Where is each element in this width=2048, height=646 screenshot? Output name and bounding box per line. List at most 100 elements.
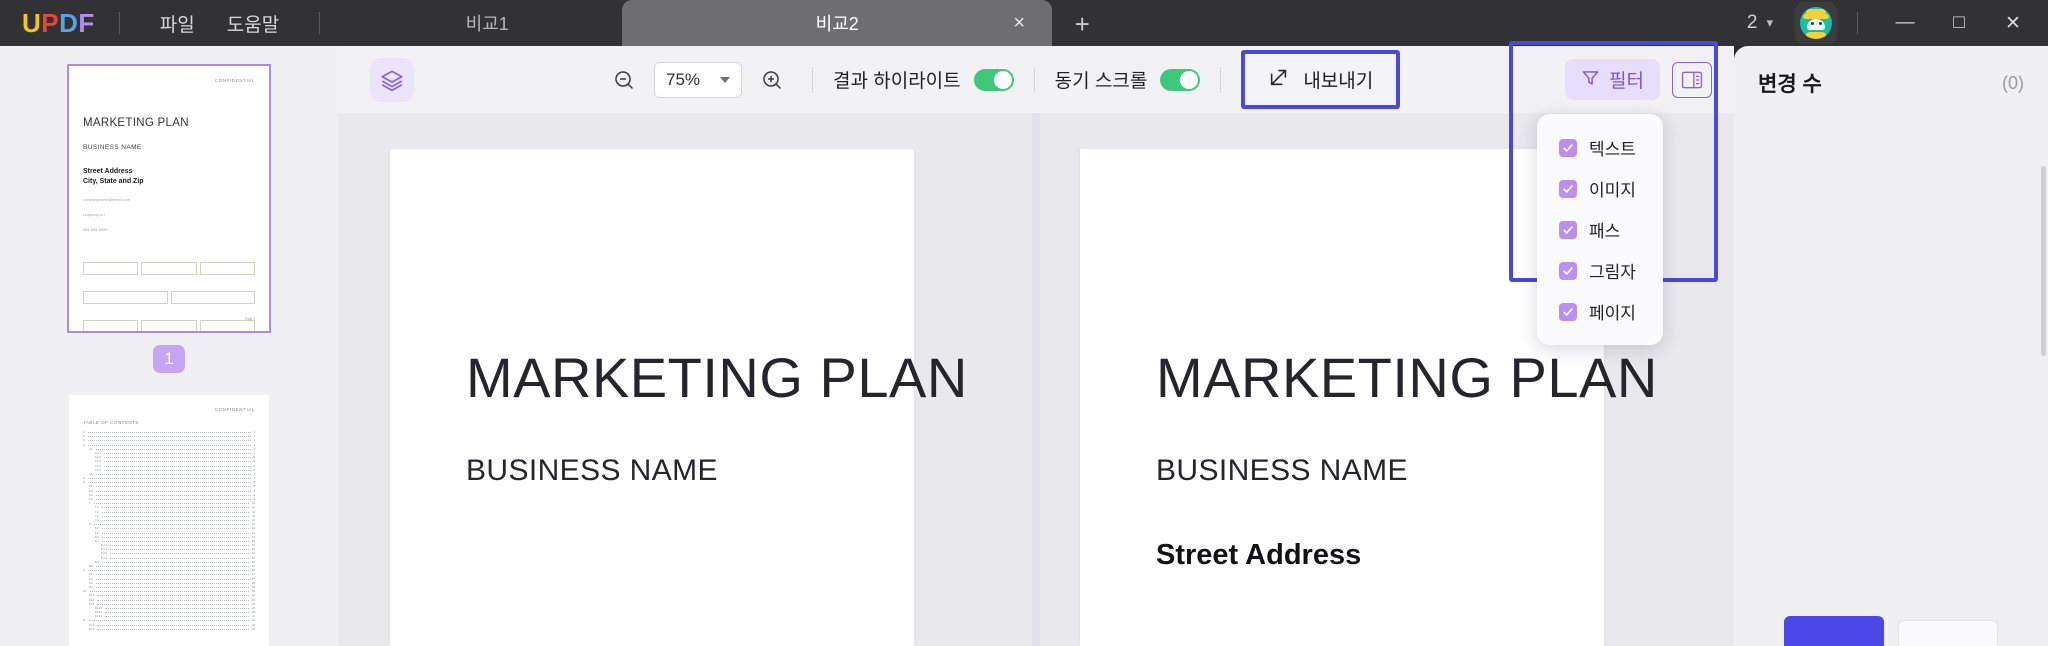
- right-doc-business: BUSINESS NAME: [1156, 454, 1408, 487]
- filter-item-shadow-label: 그림자: [1589, 263, 1636, 282]
- changes-panel-scrollbar[interactable]: [2041, 166, 2046, 356]
- title-bar: U P D F 파일 도움말 비교1 비교2 × + 2 ▾ — □ ✕: [0, 0, 2048, 46]
- thumb1-form-grid: [83, 252, 255, 331]
- updf-compare-window: U P D F 파일 도움말 비교1 비교2 × + 2 ▾ — □ ✕ CON…: [0, 0, 2048, 646]
- left-doc-title: MARKETING PLAN: [466, 346, 968, 409]
- logo-letter-d: D: [59, 7, 79, 38]
- export-label: 내보내기: [1303, 71, 1374, 92]
- close-window-icon[interactable]: ✕: [1986, 0, 2040, 46]
- filter-item-path[interactable]: 패스: [1537, 209, 1663, 250]
- page-count-selector[interactable]: 2 ▾: [1747, 12, 1773, 34]
- toolbar-divider-2: [1033, 66, 1035, 93]
- sync-scroll-switch[interactable]: [1160, 68, 1201, 91]
- changes-count-badge: (0): [2002, 72, 2024, 93]
- avatar-image: [1800, 7, 1832, 39]
- thumb1-title: MARKETING PLAN: [83, 117, 189, 129]
- checkbox-checked-icon[interactable]: [1559, 220, 1577, 239]
- thumb2-toc-lines: 1. 1 2. 2 3. 3 4. 3 4.1 4 4.1.1 4 4.1.2 5 4.1.3…: [83, 431, 255, 631]
- menu-file[interactable]: 파일: [144, 4, 211, 43]
- checkbox-checked-icon[interactable]: [1559, 261, 1577, 280]
- thumbnail-panel[interactable]: CONFIDENTIAL MARKETING PLAN BUSINESS NAM…: [0, 46, 338, 646]
- thumb1-meta-email: companyname@email.com: [83, 198, 131, 203]
- maximize-icon[interactable]: □: [1932, 0, 1986, 46]
- checkbox-checked-icon[interactable]: [1559, 138, 1577, 157]
- zoom-level-select[interactable]: 75%: [654, 61, 742, 98]
- filter-item-image[interactable]: 이미지: [1537, 168, 1663, 209]
- left-doc-business: BUSINESS NAME: [466, 454, 718, 487]
- toolbar-divider-1: [812, 66, 813, 93]
- filter-item-page[interactable]: 페이지: [1537, 291, 1663, 332]
- filter-item-text[interactable]: 텍스트: [1537, 127, 1663, 168]
- filter-item-image-label: 이미지: [1589, 181, 1636, 200]
- thumb1-business: BUSINESS NAME: [83, 144, 142, 151]
- right-doc-title: MARKETING PLAN: [1156, 346, 1658, 409]
- zoom-controls: 75%: [604, 60, 792, 100]
- export-annotation-box: 내보내기: [1241, 50, 1401, 109]
- logo-letter-f: F: [78, 7, 95, 38]
- thumb2-confidential: CONFIDENTIAL: [214, 407, 255, 412]
- toolbar-right-cluster: 필터: [1565, 46, 1734, 113]
- tab-compare-2[interactable]: 비교2 ×: [622, 0, 1053, 46]
- thumbnail-page-1[interactable]: CONFIDENTIAL MARKETING PLAN BUSINESS NAM…: [67, 64, 271, 333]
- tab-compare-2-label: 비교2: [815, 14, 859, 34]
- filter-label: 필터: [1609, 71, 1644, 92]
- filter-item-path-label: 패스: [1589, 222, 1621, 241]
- titlebar-divider-3: [1857, 12, 1858, 34]
- titlebar-divider-2: [319, 12, 321, 34]
- titlebar-divider-1: [118, 12, 120, 34]
- avatar[interactable]: [1795, 2, 1837, 44]
- secondary-action-button[interactable]: [1898, 620, 1998, 646]
- toolbar-divider-3: [1220, 66, 1222, 93]
- zoom-in-icon[interactable]: [752, 60, 792, 100]
- changes-panel: 변경 수 (0): [1734, 46, 2048, 646]
- layers-icon[interactable]: [370, 57, 414, 102]
- sync-scroll-label: 동기 스크롤: [1054, 71, 1148, 92]
- thumb1-meta-phone: 555-555-5555: [83, 228, 108, 233]
- logo-letter-u: U: [22, 7, 42, 38]
- chevron-down-icon: [720, 76, 730, 83]
- filter-dropdown-menu[interactable]: 텍스트 이미지 패스 그림자 페이지: [1537, 114, 1663, 345]
- minimize-icon[interactable]: —: [1878, 0, 1932, 46]
- filter-item-shadow[interactable]: 그림자: [1537, 250, 1663, 291]
- checkbox-checked-icon[interactable]: [1559, 179, 1577, 198]
- checkbox-checked-icon[interactable]: [1559, 302, 1577, 321]
- titlebar-right-cluster: 2 ▾ — □ ✕: [1747, 0, 2048, 46]
- main-toolbar: 75% 결과 하이라이트 동기 스크롤 내보내기 필터: [338, 46, 1734, 113]
- split-panel-icon[interactable]: [1672, 61, 1712, 98]
- export-button[interactable]: 내보내기: [1248, 57, 1394, 102]
- right-doc-street: Street Address: [1156, 539, 1362, 571]
- thumb1-street: Street Address: [83, 168, 133, 175]
- zoom-out-icon[interactable]: [604, 60, 644, 100]
- changes-panel-title: 변경 수: [1758, 73, 1822, 96]
- document-pane-left[interactable]: MARKETING PLAN BUSINESS NAME: [338, 113, 1036, 646]
- menu-help[interactable]: 도움말: [211, 4, 295, 43]
- page-badge-1[interactable]: 1: [153, 345, 185, 373]
- filter-button[interactable]: 필터: [1565, 59, 1660, 100]
- thumb1-city: City, State and Zip: [83, 178, 144, 186]
- changes-panel-header: 변경 수 (0): [1734, 46, 2048, 98]
- sync-scroll-toggle[interactable]: 동기 스크롤: [1055, 66, 1201, 93]
- updf-logo: U P D F: [22, 8, 95, 39]
- thumb2-toc-title: TABLE OF CONTENTS: [83, 420, 139, 425]
- logo-letter-p: P: [41, 7, 60, 38]
- document-page-left[interactable]: MARKETING PLAN BUSINESS NAME: [390, 149, 967, 646]
- thumb1-footer: Page 1: [244, 317, 255, 321]
- changes-panel-footer: [1734, 600, 2048, 646]
- primary-action-button[interactable]: [1784, 616, 1884, 646]
- plus-icon[interactable]: +: [1062, 4, 1102, 44]
- zoom-level-value: 75%: [666, 69, 701, 89]
- result-highlight-toggle[interactable]: 결과 하이라이트: [833, 66, 1014, 93]
- chevron-down-icon: ▾: [1766, 15, 1773, 30]
- result-highlight-label: 결과 하이라이트: [833, 71, 961, 92]
- thumbnail-page-2[interactable]: CONFIDENTIAL TABLE OF CONTENTS 1. 1 2. 2 3…: [69, 395, 269, 646]
- tab-strip: 비교1 비교2 × +: [352, 0, 1102, 46]
- filter-item-page-label: 페이지: [1589, 304, 1636, 323]
- thumb1-confidential: CONFIDENTIAL: [214, 78, 255, 83]
- tab-compare-1[interactable]: 비교1: [352, 0, 622, 46]
- result-highlight-switch[interactable]: [973, 68, 1014, 91]
- close-icon[interactable]: ×: [1008, 12, 1030, 34]
- external-link-icon: [1268, 66, 1290, 93]
- filter-item-text-label: 텍스트: [1589, 140, 1636, 159]
- document-page-right[interactable]: MARKETING PLAN BUSINESS NAME Street Addr…: [1080, 149, 1657, 646]
- page-count-value: 2: [1746, 12, 1758, 33]
